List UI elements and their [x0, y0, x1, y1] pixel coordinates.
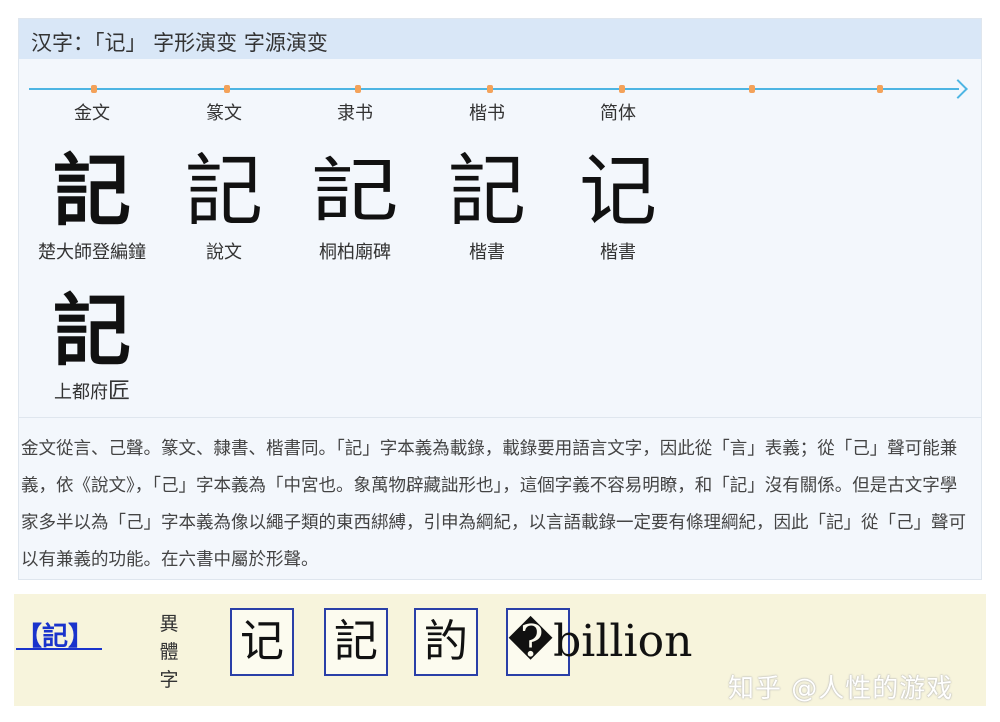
timeline-line	[29, 88, 959, 90]
timeline-dot	[877, 85, 883, 93]
bronze-script-glyph: 記	[52, 146, 131, 237]
variant-char[interactable]: 訋	[414, 608, 478, 676]
timeline-dot	[619, 85, 625, 93]
variant-char[interactable]: 記	[324, 608, 388, 676]
etymology-description: 金文從言、己聲。篆文、隸書、楷書同。「記」字本義為載錄，載錄要用語言文字，因此從…	[21, 439, 966, 570]
title-bar: 汉字：「记」 字形演变 字源演变	[19, 19, 981, 59]
timeline-dot	[355, 85, 361, 93]
clerical-script-glyph: 記	[311, 150, 399, 232]
timeline-dot	[91, 85, 97, 93]
arrow-right-icon	[948, 79, 968, 99]
era-label: 隶书	[337, 103, 373, 124]
glyph-source: 楷書	[469, 242, 505, 263]
timeline-dot	[487, 85, 493, 93]
variant-label: 異 體 字	[154, 610, 184, 694]
variant-char[interactable]: �billion	[506, 608, 692, 676]
regular-script-glyph: 記	[447, 147, 526, 237]
glyph-evolution-panel: 汉字：「记」 字形演变 字源演变 金文 篆文 隶书 楷书 简体 記 記 記 記 …	[18, 18, 982, 580]
glyph-source: 上都府匠	[27, 373, 157, 405]
seal-script-glyph: 記	[184, 147, 263, 237]
glyph-source: 楷書	[600, 242, 636, 263]
era-label: 篆文	[206, 103, 242, 124]
simplified-glyph: 记	[578, 147, 657, 237]
page-title: 汉字：「记」 字形演变 字源演变	[31, 31, 328, 55]
variant-label-char: 體	[159, 641, 179, 663]
glyph-source-text: 上都府	[53, 382, 108, 403]
variant-char[interactable]: 记	[230, 608, 294, 676]
timeline-dot	[749, 85, 755, 93]
bronze-script-glyph-alt: 記	[52, 286, 131, 377]
timeline-dot	[224, 85, 230, 93]
glyph-source: 桐柏廟碑	[319, 242, 391, 263]
glyph-source: 說文	[206, 242, 242, 263]
timeline	[29, 79, 969, 99]
variant-title-underline	[16, 648, 102, 650]
glyph-source: 楚大師登編鐘	[38, 242, 146, 263]
variant-label-char: 異	[159, 613, 179, 635]
era-label: 楷书	[469, 103, 505, 124]
era-label: 金文	[74, 103, 110, 124]
glyph-source-suffix: 匠	[107, 379, 130, 404]
era-label: 简体	[600, 103, 636, 124]
watermark: 知乎 @人性的游戏	[728, 674, 954, 704]
divider	[19, 417, 981, 418]
variant-label-char: 字	[159, 669, 179, 691]
